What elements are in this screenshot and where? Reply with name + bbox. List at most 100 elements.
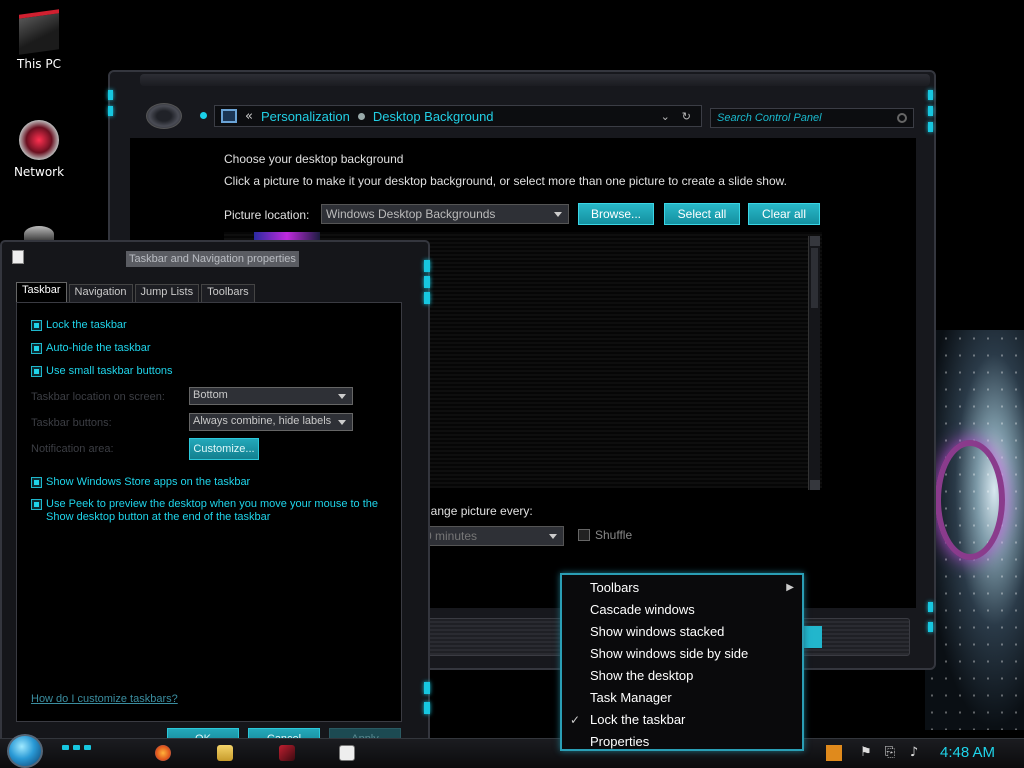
checkbox-box bbox=[31, 320, 42, 331]
taskbar-properties-taskbar-button[interactable] bbox=[334, 741, 360, 765]
dialog-title: Taskbar and Navigation properties bbox=[126, 251, 299, 267]
change-picture-label: hange picture every: bbox=[424, 504, 533, 518]
checkbox-box bbox=[31, 343, 42, 354]
menu-item-lock-taskbar[interactable]: ✓ Lock the taskbar bbox=[562, 709, 802, 731]
this-pc-icon bbox=[19, 9, 59, 55]
nav-indicator bbox=[200, 112, 207, 119]
chevron-down-icon[interactable]: ⌄ bbox=[661, 110, 670, 123]
menu-item-label: Lock the taskbar bbox=[590, 712, 686, 727]
help-link[interactable]: How do I customize taskbars? bbox=[31, 693, 178, 705]
frame-accent bbox=[108, 90, 113, 100]
taskbar-properties-dialog: Taskbar and Navigation properties Taskba… bbox=[0, 240, 430, 768]
menu-item-show-windows-stacked[interactable]: Show windows stacked bbox=[562, 621, 802, 643]
personalization-icon bbox=[279, 745, 295, 761]
frame-accent bbox=[424, 260, 430, 272]
volume-icon[interactable]: ♪ bbox=[906, 745, 922, 761]
menu-item-label: Task Manager bbox=[590, 690, 672, 705]
tab-panel-taskbar: Lock the taskbar Auto-hide the taskbar U… bbox=[16, 302, 402, 722]
menu-item-label: Cascade windows bbox=[590, 602, 695, 617]
tray-app-icon[interactable] bbox=[826, 745, 842, 761]
customize-button[interactable]: Customize... bbox=[189, 438, 259, 460]
tab-toolbars[interactable]: Toolbars bbox=[201, 284, 255, 302]
checkmark-icon: ✓ bbox=[570, 713, 581, 727]
tab-navigation[interactable]: Navigation bbox=[68, 284, 133, 302]
taskbar-context-menu: Toolbars ▶ Cascade windows Show windows … bbox=[560, 573, 804, 751]
firefox-taskbar-button[interactable] bbox=[150, 741, 176, 765]
breadcrumb-personalization[interactable]: Personalization bbox=[261, 109, 350, 124]
breadcrumb-separator: « bbox=[245, 108, 253, 124]
auto-hide-checkbox[interactable]: Auto-hide the taskbar bbox=[31, 342, 151, 355]
control-panel-icon bbox=[221, 109, 237, 123]
search-icon[interactable] bbox=[897, 113, 907, 123]
shuffle-checkbox[interactable]: Shuffle bbox=[578, 528, 632, 542]
frame-accent bbox=[424, 682, 430, 694]
peek-label-line2: Show desktop button at the end of the ta… bbox=[46, 511, 271, 523]
buttons-label: Taskbar buttons: bbox=[31, 417, 112, 429]
lock-taskbar-checkbox[interactable]: Lock the taskbar bbox=[31, 319, 127, 332]
checkbox-label: Auto-hide the taskbar bbox=[46, 342, 151, 354]
tab-taskbar[interactable]: Taskbar bbox=[16, 282, 67, 302]
checkbox-box bbox=[31, 499, 42, 510]
search-input[interactable]: Search Control Panel bbox=[710, 108, 914, 128]
menu-item-task-manager[interactable]: Task Manager bbox=[562, 687, 802, 709]
frame-accent bbox=[108, 106, 113, 116]
tab-jump-lists[interactable]: Jump Lists bbox=[134, 284, 200, 302]
menu-item-show-desktop[interactable]: Show the desktop bbox=[562, 665, 802, 687]
clear-all-button[interactable]: Clear all bbox=[748, 203, 820, 225]
breadcrumb-dot-icon bbox=[357, 112, 365, 120]
explorer-taskbar-button[interactable] bbox=[212, 741, 238, 765]
menu-item-label: Toolbars bbox=[590, 580, 640, 595]
shuffle-label: Shuffle bbox=[595, 528, 633, 542]
location-value: Bottom bbox=[193, 389, 228, 401]
desktop-icon-network[interactable]: Network bbox=[8, 120, 70, 179]
scroll-thumb[interactable] bbox=[811, 248, 818, 308]
location-select[interactable]: Bottom bbox=[189, 387, 353, 405]
checkbox-box bbox=[578, 529, 590, 541]
network-icon bbox=[19, 120, 59, 160]
menu-item-properties[interactable]: Properties bbox=[562, 731, 802, 753]
start-button[interactable] bbox=[7, 734, 43, 768]
system-clock[interactable]: 4:48 AM bbox=[940, 744, 995, 761]
picture-location-value: Windows Desktop Backgrounds bbox=[326, 207, 496, 221]
checkbox-label: Use small taskbar buttons bbox=[46, 365, 173, 377]
checkbox-label: Lock the taskbar bbox=[46, 319, 127, 331]
tab-strip: Taskbar Navigation Jump Lists Toolbars bbox=[16, 282, 255, 302]
notification-label: Notification area: bbox=[31, 443, 114, 455]
buttons-select[interactable]: Always combine, hide labels bbox=[189, 413, 353, 431]
desktop-icon-label: Network bbox=[13, 165, 65, 179]
small-buttons-checkbox[interactable]: Use small taskbar buttons bbox=[31, 365, 173, 378]
store-apps-checkbox[interactable]: Show Windows Store apps on the taskbar bbox=[31, 476, 250, 489]
browse-button[interactable]: Browse... bbox=[578, 203, 654, 225]
scroll-up-icon[interactable] bbox=[810, 236, 820, 246]
desktop-icon-label: This PC bbox=[17, 57, 61, 71]
menu-item-toolbars[interactable]: Toolbars ▶ bbox=[562, 577, 802, 599]
address-bar[interactable]: « Personalization Desktop Background ⌄ ↻ bbox=[214, 105, 702, 127]
breadcrumb-desktop-background[interactable]: Desktop Background bbox=[373, 109, 494, 124]
checkbox-box bbox=[31, 477, 42, 488]
action-center-flag-icon[interactable]: ⚑ bbox=[858, 745, 874, 761]
scroll-down-icon[interactable] bbox=[810, 480, 820, 490]
checkbox-label: Use Peek to preview the desktop when you… bbox=[46, 498, 378, 524]
chevron-down-icon bbox=[549, 534, 557, 539]
chevron-down-icon bbox=[338, 394, 346, 399]
menu-item-side-by-side[interactable]: Show windows side by side bbox=[562, 643, 802, 665]
frame-accent bbox=[928, 602, 933, 612]
menu-item-label: Show windows side by side bbox=[590, 646, 749, 661]
wallpaper-art bbox=[925, 330, 1024, 730]
desktop-icon-this-pc[interactable]: This PC bbox=[8, 9, 70, 71]
back-forward-orb[interactable] bbox=[146, 103, 182, 129]
gallery-scrollbar[interactable] bbox=[808, 236, 820, 490]
refresh-icon[interactable]: ↻ bbox=[682, 110, 691, 123]
search-placeholder: Search Control Panel bbox=[717, 112, 822, 124]
interval-value: 0 minutes bbox=[425, 529, 478, 543]
picture-location-select[interactable]: Windows Desktop Backgrounds bbox=[321, 204, 569, 224]
network-tray-icon[interactable]: ⎘ bbox=[882, 745, 898, 761]
personalization-taskbar-button[interactable] bbox=[274, 741, 300, 765]
select-all-button[interactable]: Select all bbox=[664, 203, 740, 225]
peek-checkbox[interactable]: Use Peek to preview the desktop when you… bbox=[31, 498, 378, 524]
interval-select[interactable]: 0 minutes bbox=[420, 526, 564, 546]
menu-item-cascade-windows[interactable]: Cascade windows bbox=[562, 599, 802, 621]
checkbox-box bbox=[31, 366, 42, 377]
window-frame-top bbox=[140, 74, 930, 86]
picture-location-label: Picture location: bbox=[224, 208, 310, 222]
